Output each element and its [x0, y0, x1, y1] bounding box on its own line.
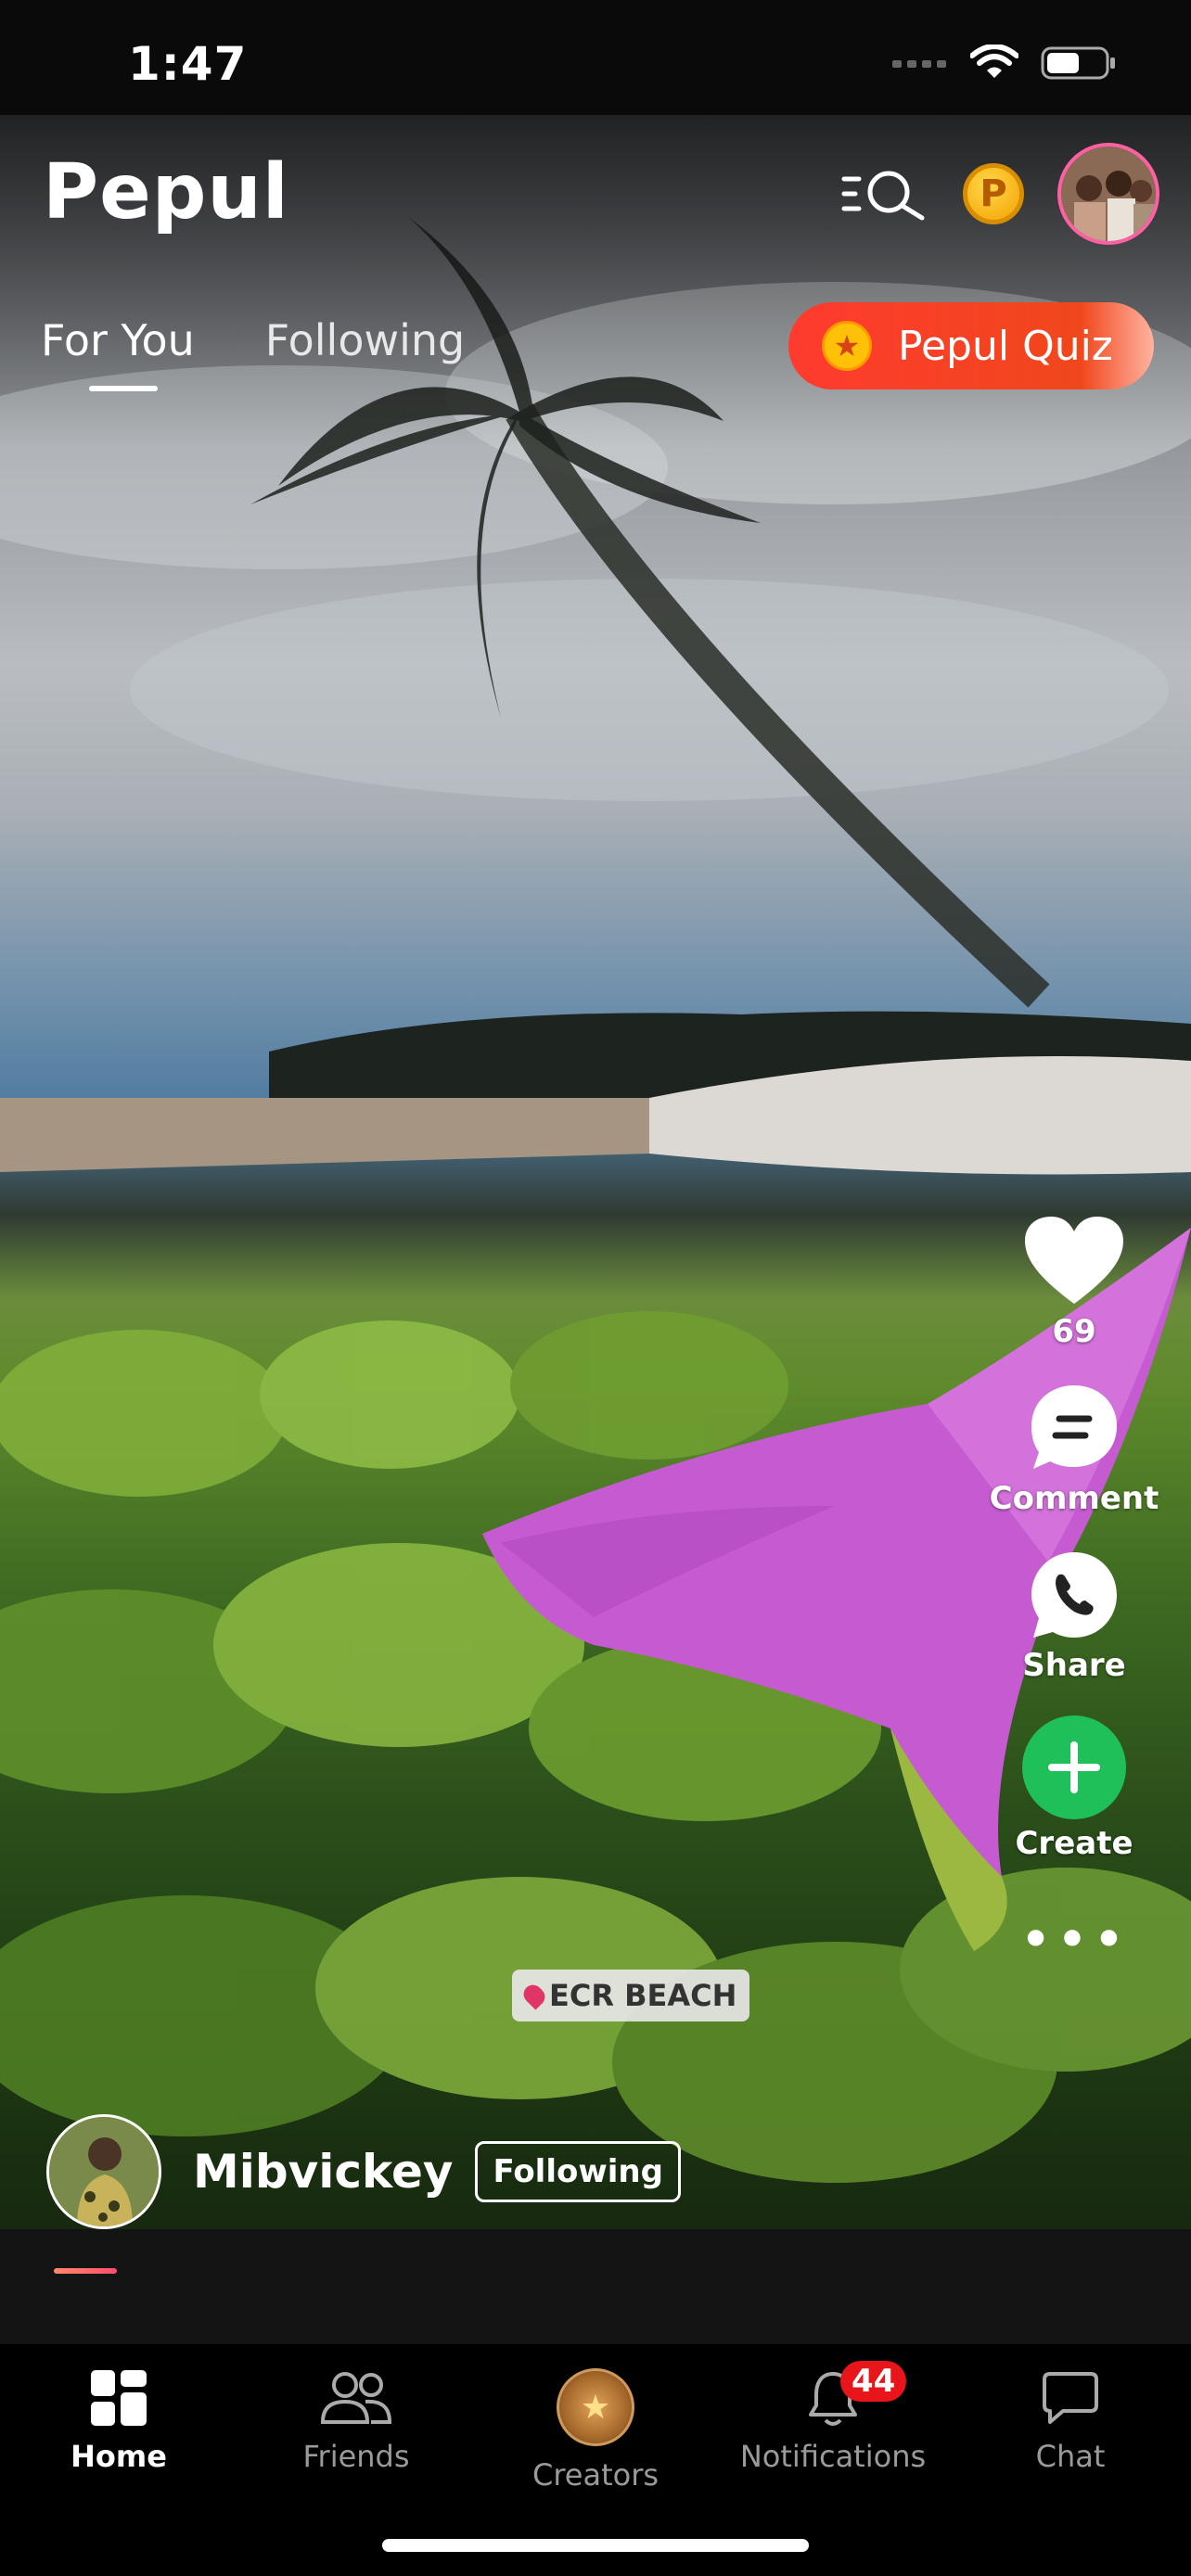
- nav-chat-label: Chat: [1035, 2439, 1106, 2474]
- pepul-quiz-button[interactable]: ★ Pepul Quiz: [788, 302, 1154, 389]
- nav-chat[interactable]: Chat: [978, 2368, 1163, 2474]
- create-label: Create: [1015, 1825, 1133, 1862]
- nav-creators[interactable]: ★ Creators: [503, 2368, 688, 2493]
- comment-label: Comment: [989, 1480, 1159, 1517]
- nav-home-label: Home: [70, 2439, 167, 2474]
- battery-icon: [1041, 46, 1115, 80]
- location-text: ECR BEACH: [549, 1978, 737, 2013]
- signal-icon: [892, 60, 946, 68]
- status-time: 1:47: [128, 37, 248, 91]
- like-count: 69: [1052, 1313, 1096, 1350]
- share-label: Share: [1022, 1647, 1126, 1684]
- friends-icon: [320, 2372, 392, 2424]
- location-sticker: ECR BEACH: [512, 1970, 750, 2021]
- author-photo: [49, 2117, 159, 2226]
- nav-notifications[interactable]: 44 Notifications: [739, 2361, 927, 2474]
- create-button[interactable]: [1021, 1715, 1126, 1819]
- coin-icon[interactable]: P: [963, 163, 1024, 224]
- location-pin-icon: [519, 1981, 549, 2010]
- chat-icon: [1043, 2372, 1098, 2424]
- share-action[interactable]: Share: [1022, 1549, 1126, 1684]
- brand-logo[interactable]: Pepul: [43, 148, 289, 236]
- nav-notifications-label: Notifications: [739, 2439, 927, 2474]
- like-action[interactable]: 69: [1023, 1215, 1125, 1350]
- action-rail: 69 Comment Share Create •••: [990, 1215, 1159, 1968]
- creators-coin-icon: ★: [557, 2368, 634, 2446]
- star-icon: ★: [822, 321, 872, 371]
- video-progress-bar[interactable]: [0, 2229, 1191, 2344]
- feed-tabs: For You Following: [41, 315, 465, 391]
- plus-icon: [1047, 1741, 1100, 1793]
- tab-following[interactable]: Following: [265, 315, 465, 365]
- quiz-label: Pepul Quiz: [898, 322, 1113, 370]
- following-button[interactable]: Following: [475, 2141, 681, 2202]
- bottom-nav: Home Friends ★ Creators 44 Notifications…: [0, 2344, 1191, 2576]
- more-options-icon[interactable]: •••: [1019, 1912, 1129, 1968]
- tab-for-you[interactable]: For You: [41, 315, 195, 391]
- comment-icon[interactable]: [1028, 1382, 1121, 1474]
- post-author: Mibvickey Following: [46, 2114, 681, 2229]
- heart-icon[interactable]: [1023, 1215, 1125, 1307]
- author-name[interactable]: Mibvickey: [193, 2145, 453, 2199]
- profile-avatar[interactable]: [1057, 143, 1159, 245]
- author-avatar[interactable]: [46, 2114, 161, 2229]
- status-icons: [892, 45, 1117, 82]
- comment-action[interactable]: Comment: [990, 1382, 1159, 1517]
- video-progress-fill: [54, 2268, 117, 2274]
- header-actions: P: [840, 143, 1159, 245]
- home-indicator: [382, 2539, 809, 2552]
- whatsapp-icon[interactable]: [1028, 1549, 1121, 1641]
- search-icon[interactable]: [840, 166, 929, 222]
- status-bar: 1:47: [0, 0, 1191, 115]
- coin-letter: P: [980, 172, 1007, 215]
- notification-badge: 44: [840, 2361, 907, 2402]
- wifi-icon: [970, 45, 1018, 78]
- nav-friends-label: Friends: [302, 2439, 410, 2474]
- profile-photo: [1061, 147, 1156, 241]
- create-action[interactable]: Create: [1015, 1715, 1133, 1862]
- nav-creators-label: Creators: [531, 2457, 660, 2493]
- nav-home[interactable]: Home: [26, 2368, 211, 2474]
- home-icon: [91, 2370, 147, 2426]
- nav-friends[interactable]: Friends: [263, 2368, 449, 2474]
